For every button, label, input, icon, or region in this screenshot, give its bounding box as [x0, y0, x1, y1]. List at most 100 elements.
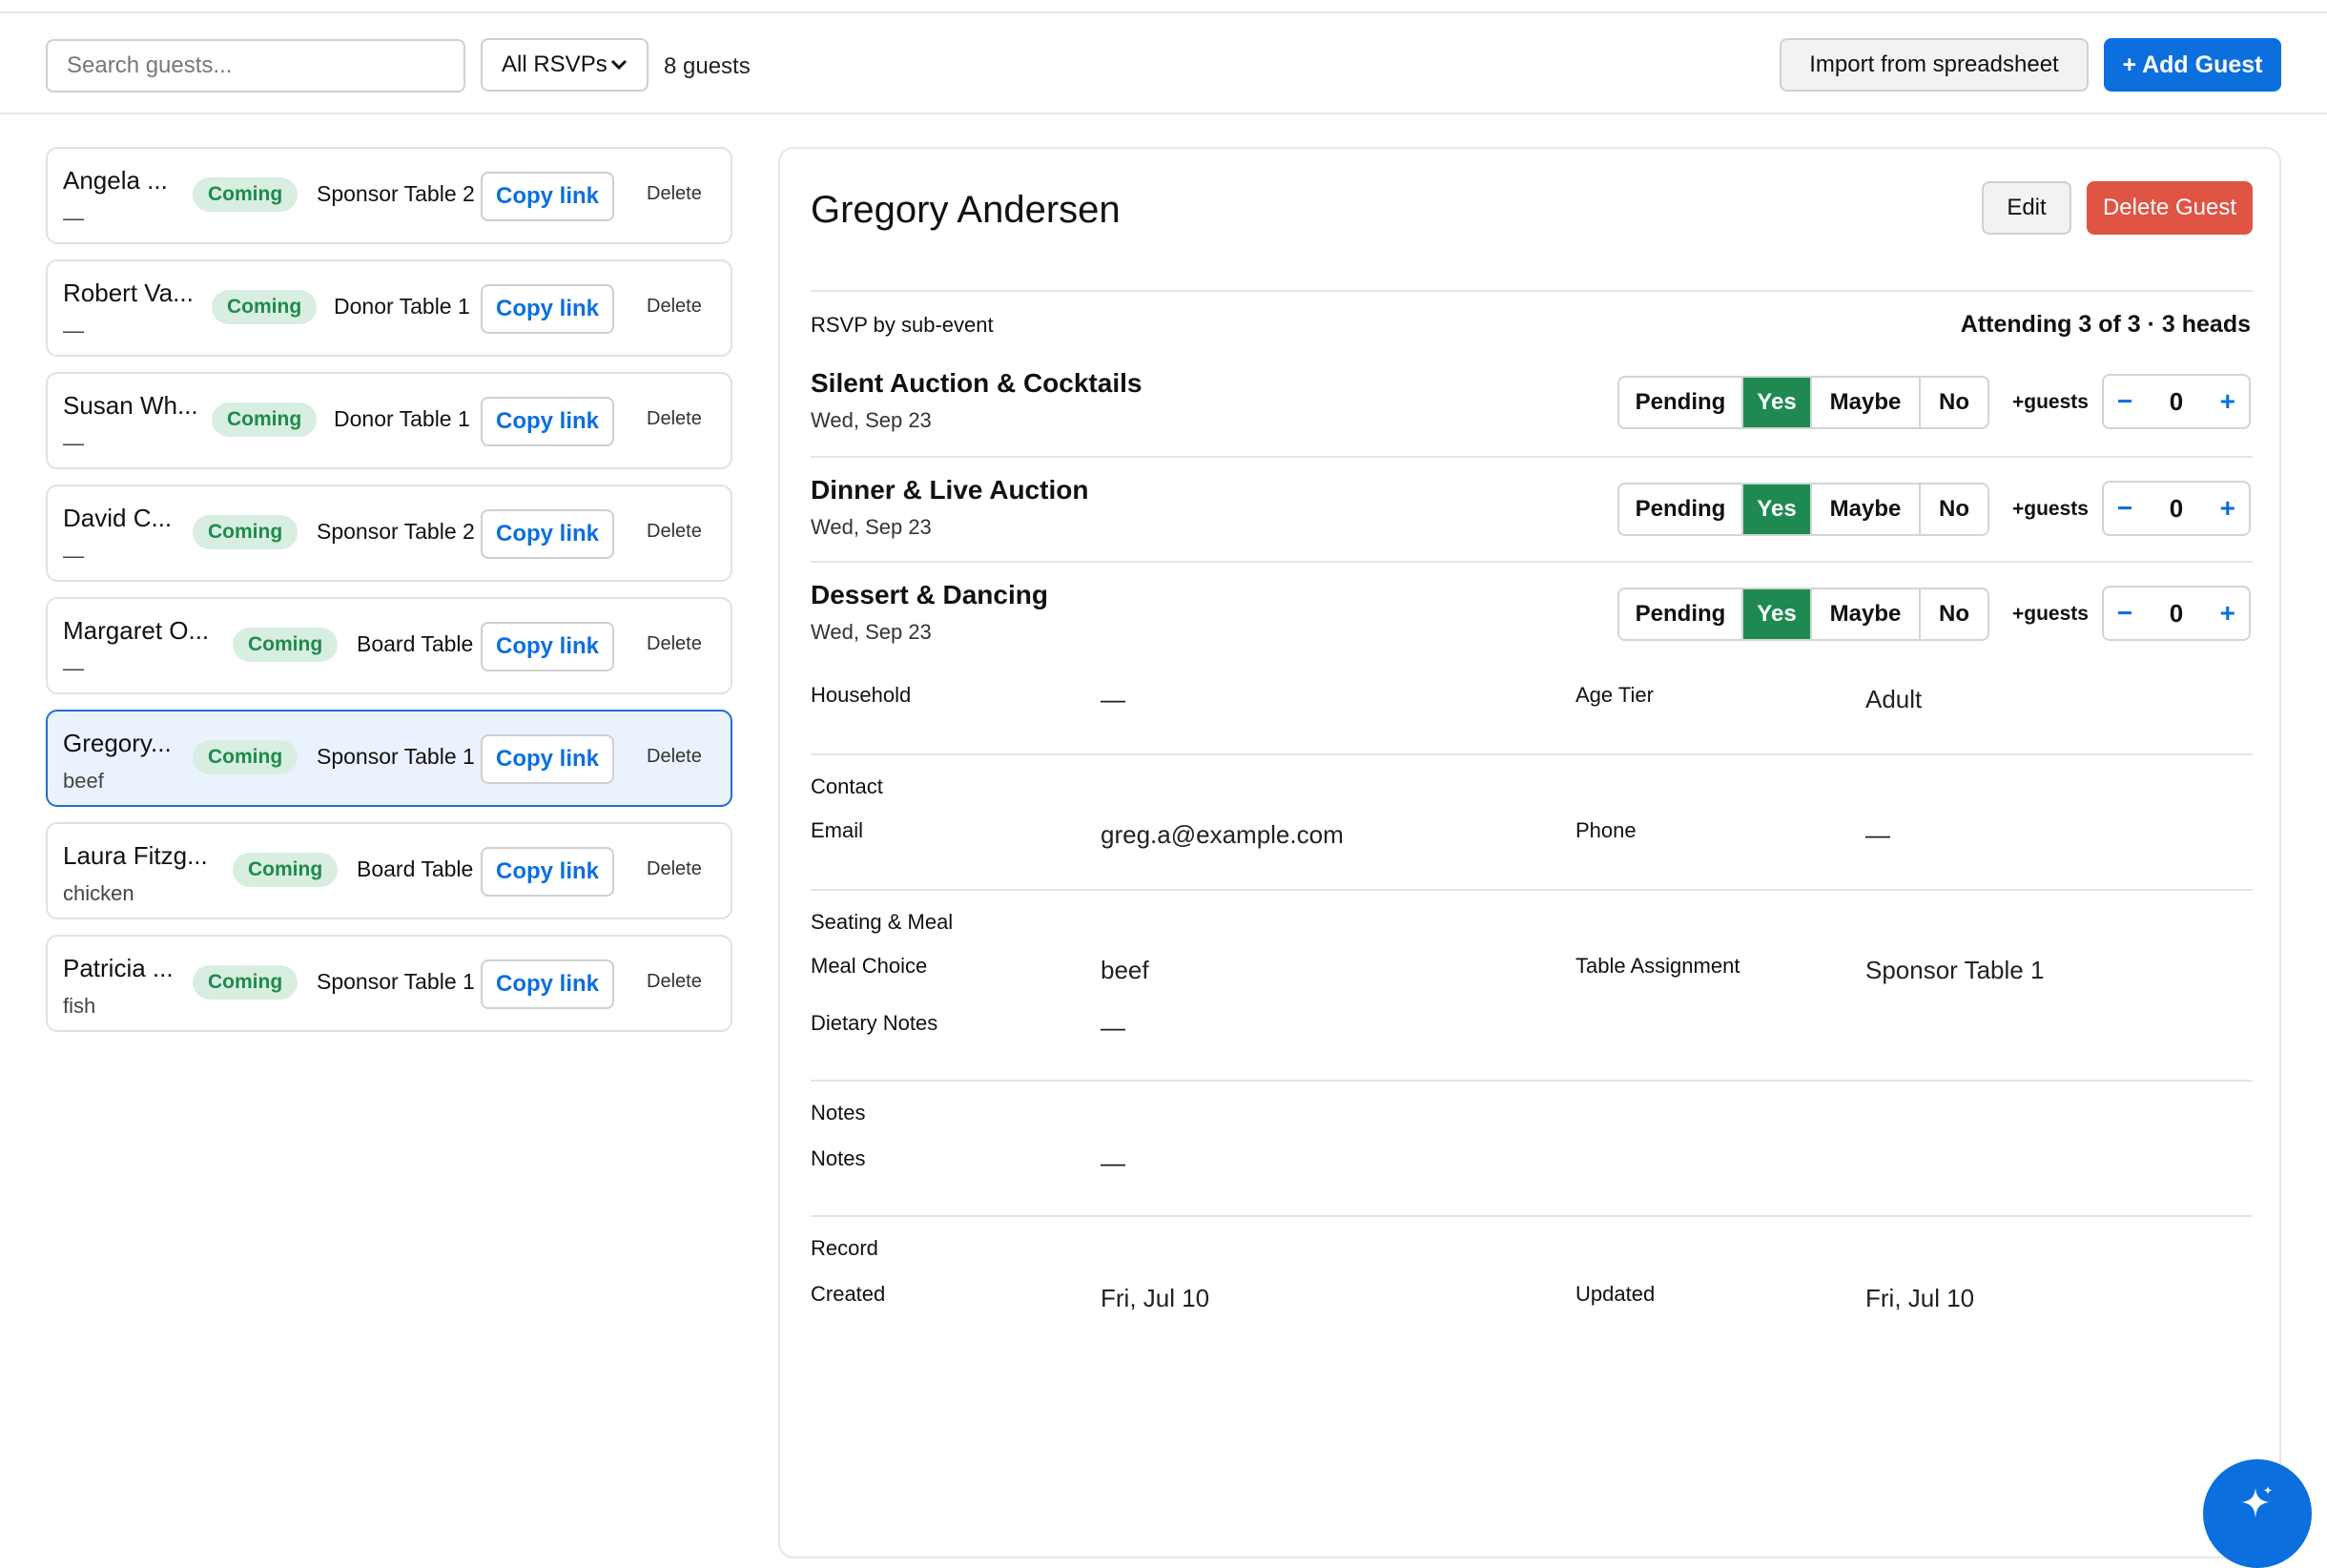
- delete-guest-link[interactable]: Delete: [647, 633, 702, 655]
- copy-link-button[interactable]: Copy link: [481, 172, 614, 221]
- guest-meal: chicken: [63, 881, 134, 905]
- guest-table: Sponsor Table 2: [317, 181, 475, 206]
- copy-link-button[interactable]: Copy link: [481, 734, 614, 784]
- event-date: Wed, Sep 23: [811, 408, 932, 432]
- plus-icon[interactable]: +: [2220, 493, 2235, 524]
- divider: [811, 561, 2253, 563]
- rsvp-segmented-control: Pending Yes Maybe No: [1617, 483, 1989, 536]
- event-date: Wed, Sep 23: [811, 515, 932, 539]
- delete-guest-link[interactable]: Delete: [647, 183, 702, 205]
- divider: [811, 753, 2253, 755]
- plus-icon[interactable]: +: [2220, 598, 2235, 629]
- divider: [811, 889, 2253, 891]
- phone-label: Phone: [1575, 818, 1637, 842]
- guest-card-selected[interactable]: Gregory... beef Coming Sponsor Table 1 C…: [46, 710, 732, 807]
- notes-section-label: Notes: [811, 1101, 866, 1124]
- created-label: Created: [811, 1282, 886, 1306]
- plus-guests-label: +guests: [2012, 498, 2089, 520]
- status-badge: Coming: [193, 177, 299, 212]
- household-label: Household: [811, 683, 912, 707]
- guest-card[interactable]: Angela ... — Coming Sponsor Table 2 Copy…: [46, 147, 732, 244]
- rsvp-filter-select[interactable]: All RSVPs: [481, 38, 649, 92]
- delete-guest-button[interactable]: Delete Guest: [2087, 181, 2253, 235]
- rsvp-section-label: RSVP by sub-event: [811, 313, 994, 337]
- copy-link-button[interactable]: Copy link: [481, 622, 614, 671]
- sparkle-icon: [2238, 1484, 2276, 1527]
- copy-link-button[interactable]: Copy link: [481, 397, 614, 446]
- guest-table: Sponsor Table 2: [317, 519, 475, 544]
- guest-card[interactable]: Patricia ... fish Coming Sponsor Table 1…: [46, 935, 732, 1032]
- guest-detail-title: Gregory Andersen: [811, 189, 1121, 231]
- updated-value: Fri, Jul 10: [1865, 1284, 1975, 1312]
- rsvp-maybe-option[interactable]: Maybe: [1812, 589, 1921, 639]
- dietary-notes-label: Dietary Notes: [811, 1011, 938, 1035]
- email-label: Email: [811, 818, 864, 842]
- rsvp-no-option[interactable]: No: [1921, 378, 1987, 427]
- plus-guests-stepper: − 0 +: [2102, 374, 2251, 429]
- rsvp-yes-option[interactable]: Yes: [1743, 589, 1812, 639]
- table-assignment-label: Table Assignment: [1575, 954, 1740, 978]
- delete-guest-link[interactable]: Delete: [647, 521, 702, 543]
- age-tier-label: Age Tier: [1575, 683, 1654, 707]
- guest-card[interactable]: Susan Wh... — Coming Donor Table 1 Copy …: [46, 372, 732, 469]
- copy-link-button[interactable]: Copy link: [481, 847, 614, 897]
- minus-icon[interactable]: −: [2117, 493, 2132, 524]
- copy-link-button[interactable]: Copy link: [481, 284, 614, 334]
- delete-guest-link[interactable]: Delete: [647, 296, 702, 318]
- household-value: —: [1101, 685, 1125, 713]
- notes-label: Notes: [811, 1146, 866, 1170]
- rsvp-no-option[interactable]: No: [1921, 485, 1987, 534]
- guest-meal: —: [63, 544, 84, 567]
- delete-guest-link[interactable]: Delete: [647, 408, 702, 430]
- guest-card[interactable]: Laura Fitzg... chicken Coming Board Tabl…: [46, 822, 732, 919]
- import-button[interactable]: Import from spreadsheet: [1780, 38, 2089, 92]
- plus-icon[interactable]: +: [2220, 386, 2235, 417]
- rsvp-pending-option[interactable]: Pending: [1619, 378, 1743, 427]
- add-guest-button[interactable]: + Add Guest: [2104, 38, 2281, 92]
- divider: [811, 456, 2253, 458]
- guest-name: Margaret O...: [63, 616, 210, 645]
- guest-card[interactable]: David C... — Coming Sponsor Table 2 Copy…: [46, 485, 732, 582]
- rsvp-yes-option[interactable]: Yes: [1743, 485, 1812, 534]
- rsvp-yes-option[interactable]: Yes: [1743, 378, 1812, 427]
- assistant-fab-button[interactable]: [2203, 1459, 2312, 1568]
- divider: [811, 290, 2253, 292]
- rsvp-maybe-option[interactable]: Maybe: [1812, 485, 1921, 534]
- plus-guests-stepper: − 0 +: [2102, 586, 2251, 641]
- edit-button[interactable]: Edit: [1982, 181, 2071, 235]
- delete-guest-link[interactable]: Delete: [647, 971, 702, 993]
- search-input[interactable]: [46, 39, 465, 93]
- guest-count: 8 guests: [664, 53, 751, 79]
- plus-guests-stepper: − 0 +: [2102, 481, 2251, 536]
- event-name: Silent Auction & Cocktails: [811, 368, 1143, 398]
- guest-table: Board Table: [357, 631, 474, 656]
- rsvp-pending-option[interactable]: Pending: [1619, 485, 1743, 534]
- rsvp-pending-option[interactable]: Pending: [1619, 589, 1743, 639]
- guest-name: Laura Fitzg...: [63, 841, 208, 870]
- contact-section-label: Contact: [811, 774, 883, 798]
- delete-guest-link[interactable]: Delete: [647, 746, 702, 768]
- guest-meal: beef: [63, 769, 104, 793]
- plus-guests-label: +guests: [2012, 603, 2089, 625]
- seating-section-label: Seating & Meal: [811, 910, 954, 934]
- delete-guest-link[interactable]: Delete: [647, 858, 702, 880]
- guest-table: Sponsor Table 1: [317, 744, 475, 769]
- status-badge: Coming: [212, 402, 318, 437]
- copy-link-button[interactable]: Copy link: [481, 509, 614, 559]
- event-name: Dessert & Dancing: [811, 580, 1048, 609]
- minus-icon[interactable]: −: [2117, 386, 2132, 417]
- rsvp-no-option[interactable]: No: [1921, 589, 1987, 639]
- top-divider: [0, 0, 2327, 13]
- rsvp-maybe-option[interactable]: Maybe: [1812, 378, 1921, 427]
- toolbar: All RSVPs 8 guests Import from spreadshe…: [0, 15, 2327, 114]
- meal-choice-label: Meal Choice: [811, 954, 928, 978]
- minus-icon[interactable]: −: [2117, 598, 2132, 629]
- guest-card[interactable]: Robert Va... — Coming Donor Table 1 Copy…: [46, 259, 732, 357]
- status-badge: Coming: [193, 965, 299, 1000]
- guest-name: Susan Wh...: [63, 391, 198, 420]
- guest-table: Board Table: [357, 856, 474, 881]
- dietary-notes-value: —: [1101, 1013, 1125, 1042]
- event-name: Dinner & Live Auction: [811, 475, 1089, 505]
- guest-card[interactable]: Margaret O... — Coming Board Table Copy …: [46, 597, 732, 694]
- copy-link-button[interactable]: Copy link: [481, 959, 614, 1009]
